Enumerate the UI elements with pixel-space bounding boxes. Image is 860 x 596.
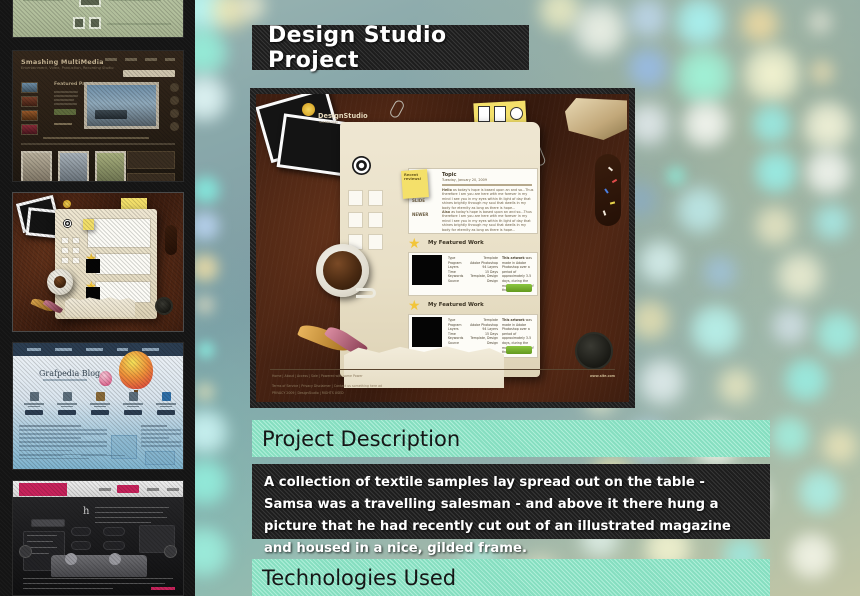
grid-cell — [348, 190, 363, 206]
thumbnail-title: Smashing MultiMedia — [21, 58, 104, 66]
thumbnail-sidebar[interactable]: Smashing MultiMedia Entertainment, Video… — [0, 0, 195, 596]
site-logo-text: DesignStudio — [318, 112, 368, 120]
thumbnail-image: ★ ★ — [13, 193, 183, 331]
footer-links[interactable]: Home | About | Access | Sale | Powered w… — [272, 374, 363, 378]
thumbnail-subtitle: Entertainment, Video, Production, Record… — [21, 66, 114, 70]
footer-credit: www.site.com — [589, 374, 615, 378]
read-more-button[interactable] — [506, 346, 532, 354]
smiley-icon — [510, 107, 523, 120]
note-card — [478, 106, 490, 122]
main-content: Design Studio Project DesignStudio Subti… — [195, 0, 860, 596]
thumbnail-image: Grafpedia Blog — [13, 343, 183, 469]
spiral-icon — [352, 156, 371, 175]
post-paragraph-2: Also as today's hope is based upon an an… — [442, 210, 532, 232]
thumbnail-image — [13, 0, 183, 37]
post-date: Tuesday, January 20, 2009 — [442, 178, 487, 182]
list-item[interactable]: h — [12, 480, 184, 596]
grid-cell — [368, 234, 383, 250]
site-tagline: Subtitle logo — [319, 120, 338, 124]
torn-paper — [344, 346, 504, 388]
bowl — [575, 332, 613, 370]
read-more-button[interactable] — [506, 284, 532, 292]
section-header-technologies: Technologies Used — [252, 559, 770, 596]
footer-legal-1: Terms of Service | Privacy Disclaimer | … — [272, 384, 383, 388]
thumbnail-image: h — [13, 481, 183, 595]
post-paragraph-1: Hello as today's hope is based upon an a… — [442, 188, 534, 210]
list-item[interactable]: Smashing MultiMedia Entertainment, Video… — [12, 50, 184, 182]
grid-cell — [368, 212, 383, 228]
footer-legal-2: PRIVACY 2009 | DesignStudio | RIGHTS USE… — [272, 391, 344, 395]
meta-values: Template Adobe Photoshop 94 Layers 15 Days T… — [470, 318, 498, 345]
list-item-selected[interactable]: ★ ★ — [12, 192, 184, 332]
meta-values: Template Adobe Photoshop 94 Layers 15 Days T… — [470, 256, 498, 283]
featured-work-heading: My Featured Work — [428, 240, 484, 246]
star-icon: ★ — [408, 298, 421, 314]
list-item[interactable] — [12, 0, 184, 38]
grid-cell — [348, 212, 363, 228]
note-card — [494, 106, 506, 122]
project-description-text: A collection of textile samples lay spre… — [252, 464, 770, 556]
featured-work-heading: My Featured Work — [428, 302, 484, 308]
design-studio-mockup: DesignStudio Subtitle logo My Portfolio.… — [256, 94, 629, 402]
sun-logo-icon — [302, 103, 315, 116]
app-window: Smashing MultiMedia Entertainment, Video… — [0, 0, 860, 596]
thumbnail-title: Grafpedia Blog — [39, 369, 101, 378]
sidebar-meta-slide: SLIDE — [412, 198, 425, 203]
cup-handle — [356, 288, 376, 298]
page-title: Design Studio Project — [252, 23, 529, 73]
coffee-liquid — [323, 251, 362, 290]
sidebar-meta-newer: NEWER — [412, 212, 429, 217]
star-icon: ★ — [408, 236, 421, 252]
list-item[interactable]: Grafpedia Blog — [12, 342, 184, 470]
grid-cell — [368, 190, 383, 206]
featured-image-frame[interactable]: DesignStudio Subtitle logo My Portfolio.… — [250, 88, 635, 408]
donut — [595, 154, 621, 226]
sticky-note-label: Recent reviews! — [404, 173, 422, 181]
artwork-thumbnail — [412, 317, 442, 347]
thumbnail-image: Smashing MultiMedia Entertainment, Video… — [13, 51, 183, 181]
section-header-description: Project Description — [252, 420, 770, 457]
artwork-thumbnail — [412, 255, 442, 285]
